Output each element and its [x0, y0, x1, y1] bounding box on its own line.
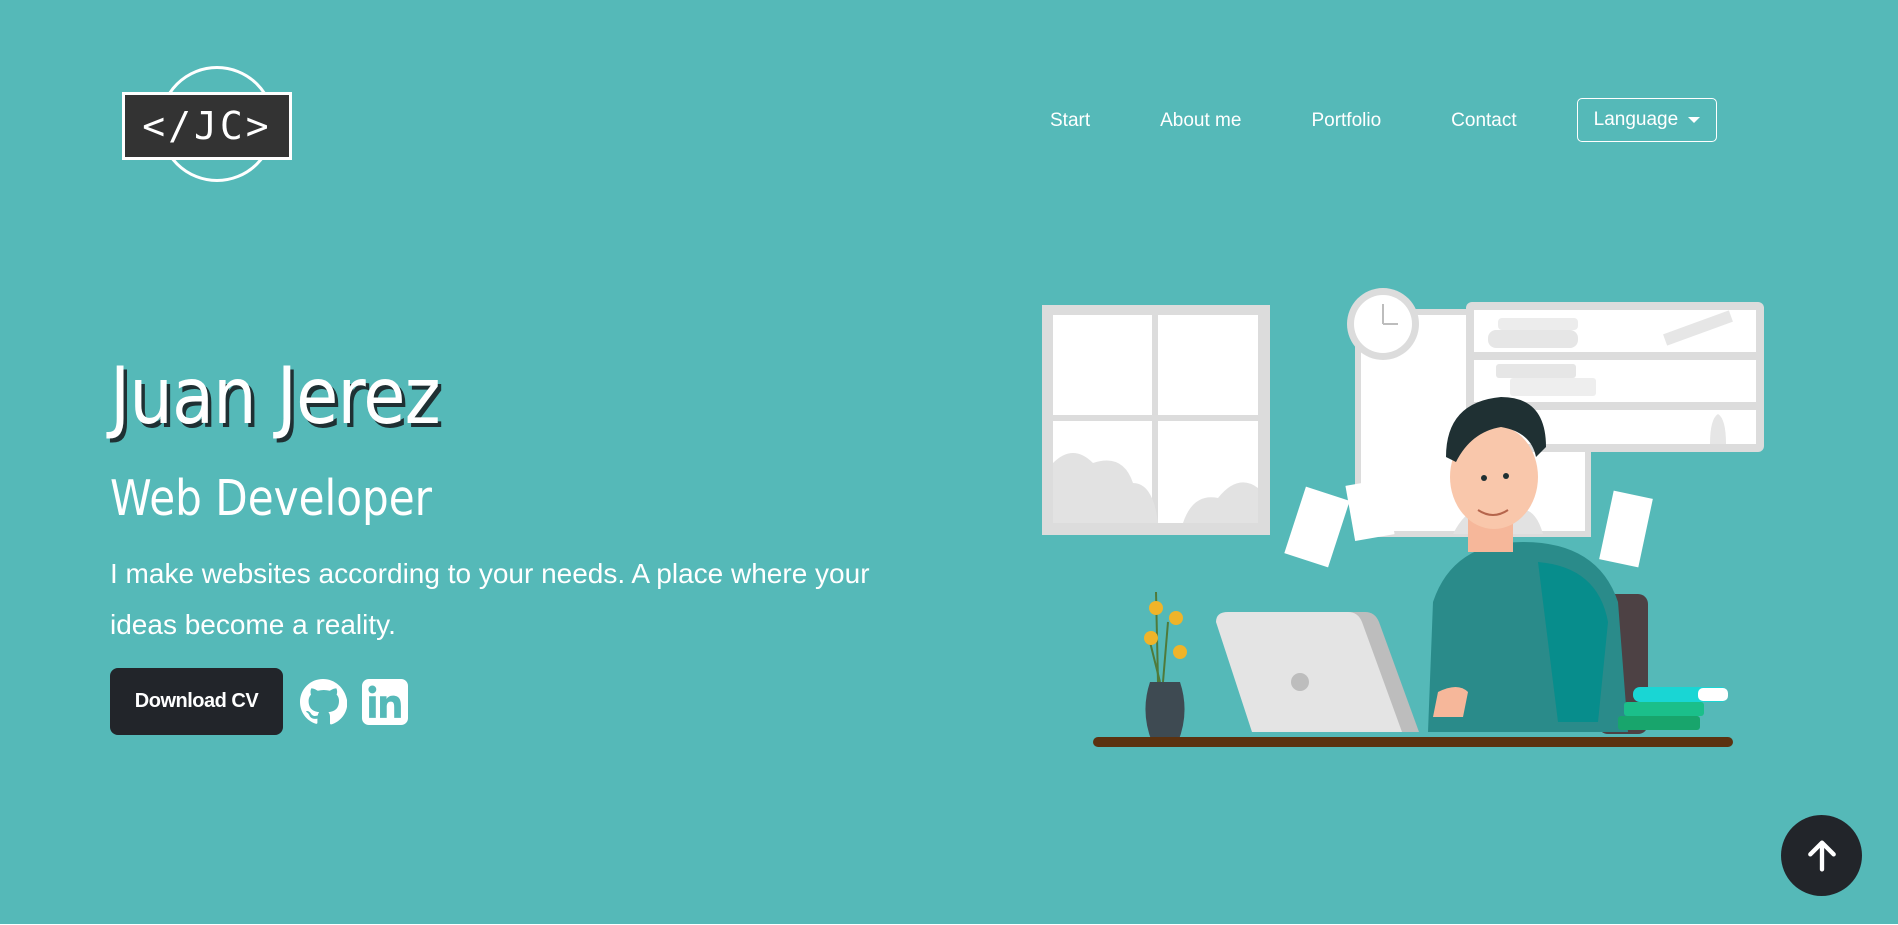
main-nav: Start About me Portfolio Contact Languag…: [1050, 98, 1718, 142]
hero-role: Web Developer: [110, 470, 433, 527]
nav-about-me[interactable]: About me: [1160, 110, 1241, 132]
nav-start[interactable]: Start: [1050, 110, 1090, 132]
books-illustration: [1618, 687, 1728, 730]
laptop-illustration: [1216, 612, 1419, 732]
language-label: Language: [1593, 109, 1679, 130]
nav-contact[interactable]: Contact: [1451, 110, 1516, 132]
hero-illustration: [1038, 282, 1778, 752]
language-dropdown[interactable]: Language: [1576, 98, 1718, 142]
logo-text: </JC>: [122, 92, 292, 160]
linkedin-icon[interactable]: [360, 677, 410, 727]
site-logo[interactable]: </JC>: [122, 66, 298, 186]
hero-tagline: I make websites according to your needs.…: [110, 558, 870, 640]
arrow-up-icon: [1807, 840, 1836, 871]
clock-illustration: [1347, 288, 1419, 360]
hero-actions: Download CV: [110, 668, 410, 735]
github-icon[interactable]: [298, 677, 348, 727]
download-cv-button[interactable]: Download CV: [110, 668, 283, 735]
window-illustration: [1042, 305, 1270, 535]
nav-portfolio[interactable]: Portfolio: [1311, 110, 1381, 132]
caret-down-icon: [1688, 117, 1701, 123]
vase-flowers: [1144, 591, 1187, 742]
hero-name: Juan Jerez: [110, 352, 441, 442]
scroll-to-top-button[interactable]: [1781, 815, 1862, 896]
